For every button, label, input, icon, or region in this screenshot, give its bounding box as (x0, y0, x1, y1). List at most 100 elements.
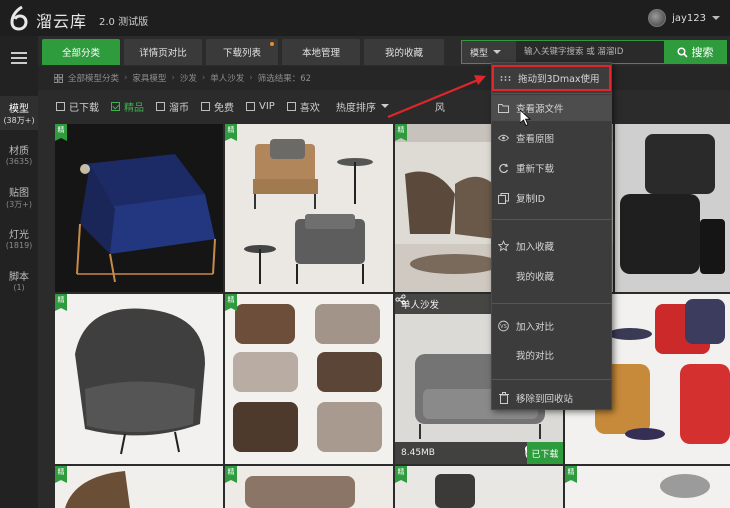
vs-label: VS (500, 324, 507, 330)
model-card[interactable]: 精 (55, 124, 223, 292)
filter-bar: 已下载 精品 溜币 免费 VIP 喜欢 热度排序 风 (38, 93, 730, 119)
vs-icon: VS (498, 320, 509, 332)
menu-item-copy-id[interactable]: 复制ID (492, 185, 611, 211)
grid-icon (54, 73, 63, 83)
search-icon (676, 46, 688, 58)
menu-item-redownload[interactable]: 重新下载 (492, 155, 611, 181)
filter-liked[interactable]: 喜欢 (286, 99, 320, 114)
filter-vip[interactable]: VIP (246, 101, 275, 112)
rail-item-materials[interactable]: 材质 (3635) (0, 142, 38, 166)
model-card[interactable]: 精 (55, 466, 223, 508)
model-card[interactable]: 精 (225, 466, 393, 508)
search-button[interactable]: 搜索 (664, 41, 726, 63)
sort-select[interactable]: 热度排序 (336, 99, 389, 114)
sort-label: 热度排序 (335, 102, 376, 114)
menu-item-view-source[interactable]: 查看源文件 (492, 95, 611, 121)
file-size: 8.45MB (401, 448, 435, 458)
rail-item-scripts[interactable]: 脚本 (1) (0, 268, 38, 292)
left-rail: 模型 (38万+) 材质 (3635) 贴图 (3万+) 灯光 (1819) 脚… (0, 36, 38, 508)
tab-detail-compare[interactable]: 详情页对比 (124, 39, 202, 65)
breadcrumb-item[interactable]: 单人沙发 (210, 72, 244, 84)
filter-downloaded[interactable]: 已下载 (56, 99, 99, 114)
folder-icon (498, 103, 509, 114)
menu-divider (492, 303, 611, 304)
user-menu[interactable]: jay123 (648, 9, 720, 27)
model-thumbnail (55, 294, 223, 464)
model-thumbnail (565, 466, 730, 508)
menu-item-label: 移除到回收站 (516, 394, 574, 405)
filter-coins[interactable]: 溜币 (156, 99, 189, 114)
model-card[interactable]: 精 (565, 466, 730, 508)
avatar[interactable] (648, 9, 667, 27)
breadcrumb-separator: › (124, 73, 128, 83)
checkbox[interactable] (246, 101, 255, 111)
search-type-select[interactable]: 模型 (462, 41, 516, 63)
model-card[interactable]: 精 (225, 294, 393, 464)
menu-item-move-to-trash[interactable]: 移除到回收站 (492, 385, 611, 411)
chevron-down-icon[interactable] (712, 16, 720, 20)
card-title: 单人沙发 (401, 300, 440, 311)
model-card[interactable]: 精 (395, 466, 563, 508)
mouse-cursor-icon (520, 110, 532, 126)
menu-item-label: 加入对比 (516, 322, 555, 333)
filter-free[interactable]: 免费 (201, 99, 234, 114)
menu-item-drag-to-3dsmax[interactable]: 拖动到3Dmax使用 (492, 65, 611, 91)
breadcrumb-item[interactable]: 沙发 (180, 72, 197, 84)
trash-icon (498, 392, 509, 404)
breadcrumb: 全部模型分类 › 家具模型 › 沙发 › 单人沙发 › 筛选结果：62 (38, 66, 730, 90)
rail-item-textures[interactable]: 贴图 (3万+) (0, 184, 38, 210)
rail-item-label: 贴图 (9, 188, 29, 199)
premium-badge: 精 (225, 294, 237, 311)
username[interactable]: jay123 (672, 13, 706, 24)
checkbox[interactable] (201, 101, 210, 111)
menu-item-my-compare[interactable]: 我的对比 (492, 342, 611, 368)
model-thumbnail (225, 124, 393, 292)
menu-item-my-favorites[interactable]: 我的收藏 (492, 263, 611, 289)
premium-badge: 精 (225, 466, 237, 483)
refresh-icon (498, 163, 509, 174)
tab-label: 下载列表 (222, 48, 261, 59)
checkbox[interactable] (156, 101, 165, 111)
title-bar: 溜云库 2.0 测试版 jay123 (0, 0, 730, 36)
filter-label: VIP (259, 100, 275, 112)
notification-dot (270, 42, 274, 46)
premium-badge: 精 (225, 124, 237, 141)
menu-item-label: 复制ID (516, 194, 546, 205)
model-thumbnail (615, 124, 730, 292)
tab-my-favorites[interactable]: 我的收藏 (364, 39, 444, 65)
card-footer: 8.45MB VS 已下载 (395, 442, 563, 464)
breadcrumb-item[interactable]: 全部模型分类 (68, 72, 119, 84)
checkbox[interactable] (56, 101, 65, 111)
tab-local-manage[interactable]: 本地管理 (282, 39, 360, 65)
menu-item-label: 我的对比 (516, 351, 555, 362)
model-thumbnail (55, 124, 223, 292)
downloaded-button[interactable]: 已下载 (527, 442, 563, 464)
menu-item-add-compare[interactable]: VS 加入对比 (492, 313, 611, 339)
context-menu: 拖动到3Dmax使用 查看源文件 查看原图 重新下载 复制ID 加入收藏 我的收… (491, 62, 612, 410)
share-icon[interactable] (395, 294, 406, 305)
tab-all-categories[interactable]: 全部分类 (42, 39, 120, 65)
menu-divider (492, 379, 611, 380)
tab-download-list[interactable]: 下载列表 (206, 39, 278, 65)
rail-item-lights[interactable]: 灯光 (1819) (0, 226, 38, 250)
menu-item-add-favorite[interactable]: 加入收藏 (492, 233, 611, 259)
style-filter[interactable]: 风 (435, 99, 445, 114)
eye-icon (498, 133, 509, 144)
model-card[interactable]: 精 (225, 124, 393, 292)
model-thumbnail (395, 466, 563, 508)
menu-item-label: 我的收藏 (516, 272, 555, 283)
model-card[interactable]: 精 (55, 294, 223, 464)
rail-item-count: (38万+) (3, 116, 35, 125)
menu-icon[interactable] (11, 52, 27, 64)
model-card[interactable] (615, 124, 730, 292)
breadcrumb-item[interactable]: 家具模型 (132, 72, 166, 84)
filter-premium[interactable]: 精品 (111, 99, 144, 114)
menu-item-view-original[interactable]: 查看原图 (492, 125, 611, 151)
search-input[interactable] (516, 41, 664, 63)
menu-divider (492, 219, 611, 220)
checkbox[interactable] (111, 101, 120, 111)
rail-item-models[interactable]: 模型 (38万+) (0, 96, 38, 130)
checkbox[interactable] (286, 101, 296, 111)
result-count: 筛选结果：62 (257, 74, 312, 84)
premium-badge: 精 (565, 466, 577, 483)
